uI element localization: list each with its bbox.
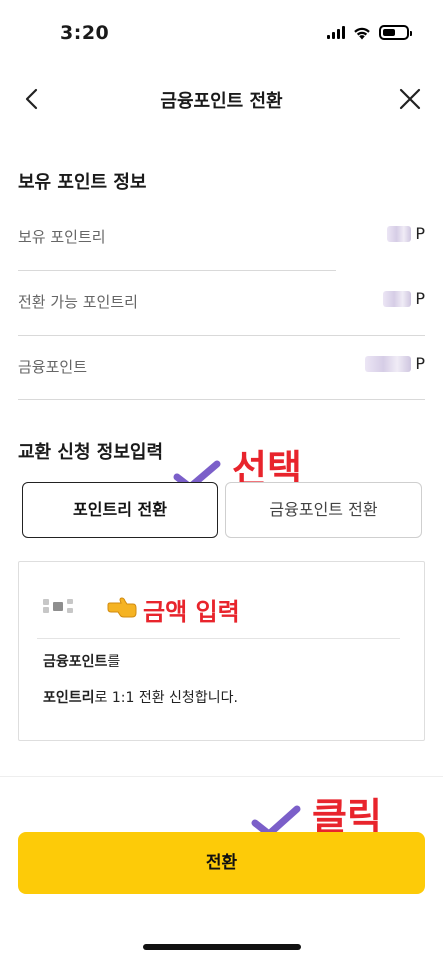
page-title: 금융포인트 전환	[160, 91, 283, 112]
tab-pointree-conversion[interactable]: 포인트리 전환	[22, 482, 218, 538]
amount-annotation: 금액 입력	[143, 598, 240, 626]
masked-value	[365, 355, 412, 372]
status-bar: 3:20	[0, 0, 443, 64]
close-icon[interactable]	[395, 84, 425, 114]
amount-input-card: 금액 입력 금융포인트를 포인트리로 1:1 전환 신청합니다.	[18, 561, 425, 741]
home-indicator	[143, 944, 301, 950]
info-label: 금융포인트	[18, 358, 88, 376]
masked-value	[383, 290, 412, 307]
nav-header: 금융포인트 전환	[0, 72, 443, 126]
bottom-divider	[0, 776, 443, 777]
card-divider	[37, 638, 400, 639]
point-unit: P	[415, 354, 425, 373]
wifi-icon	[354, 27, 370, 39]
notice-bold-text: 포인트리	[43, 690, 95, 706]
battery-icon	[379, 25, 412, 40]
convert-button[interactable]: 전환	[18, 832, 425, 894]
masked-value	[387, 225, 412, 242]
info-label: 보유 포인트리	[18, 228, 106, 246]
amount-input-field[interactable]	[43, 599, 77, 613]
info-row-pointree: 보유 포인트리 P	[18, 206, 425, 270]
info-value: P	[383, 289, 425, 308]
info-row-financial: 금융포인트 P	[18, 336, 425, 400]
notice-text: 를	[107, 654, 121, 670]
notice-line-1: 금융포인트를	[43, 651, 120, 671]
info-value: P	[365, 354, 425, 373]
cellular-signal-icon	[327, 26, 345, 39]
exchange-info-title: 교환 신청 정보입력	[18, 442, 164, 463]
info-value: P	[387, 224, 425, 243]
divider	[18, 399, 425, 400]
status-time: 3:20	[60, 22, 110, 44]
notice-text: 로 1:1 전환 신청합니다.	[94, 690, 238, 706]
notice-line-2: 포인트리로 1:1 전환 신청합니다.	[43, 687, 238, 707]
holding-points-title: 보유 포인트 정보	[18, 172, 147, 193]
notice-bold-text: 금융포인트	[43, 654, 108, 670]
info-label: 전환 가능 포인트리	[18, 293, 138, 311]
info-row-convertible: 전환 가능 포인트리 P	[18, 271, 425, 335]
status-icons	[327, 25, 412, 40]
point-unit: P	[415, 289, 425, 308]
tab-financial-point-conversion[interactable]: 금융포인트 전환	[225, 482, 422, 538]
pointing-hand-icon	[107, 597, 137, 618]
point-unit: P	[415, 224, 425, 243]
